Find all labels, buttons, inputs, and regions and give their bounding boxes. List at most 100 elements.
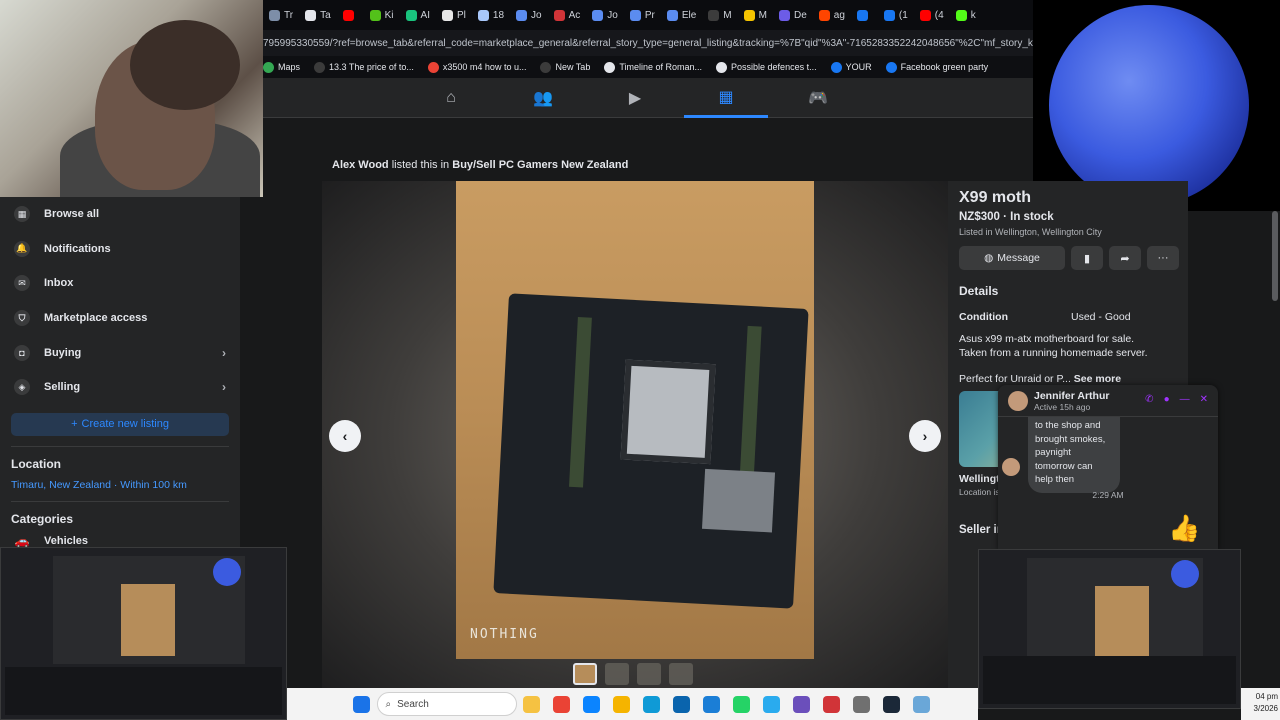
browser-tab[interactable] xyxy=(337,0,364,30)
bookmark-label: Maps xyxy=(278,62,301,72)
chrome-icon[interactable] xyxy=(553,695,570,713)
share-button[interactable]: ➦ xyxy=(1109,246,1141,270)
sidebar-item-selling[interactable]: ◈ Selling › xyxy=(0,370,240,405)
browser-tab[interactable]: AI xyxy=(400,0,436,30)
outlook-icon[interactable] xyxy=(673,695,690,713)
like-icon[interactable]: 👍 xyxy=(1168,513,1200,544)
sidebar-item-label: Buying xyxy=(44,346,82,359)
message-button[interactable]: ◍ Message xyxy=(959,246,1065,270)
browser-tab[interactable]: (1 xyxy=(878,0,914,30)
browser-tab[interactable]: Pl xyxy=(436,0,472,30)
save-button[interactable]: ▮ xyxy=(1071,246,1103,270)
location-title: Location xyxy=(11,456,61,471)
bookmark-item[interactable]: 13.3 The price of to... xyxy=(314,61,414,73)
browser-tab[interactable]: De xyxy=(773,0,813,30)
address-bar[interactable]: 795995330559/?ref=browse_tab&referral_co… xyxy=(263,30,1033,56)
sidebar-item-notifications[interactable]: 🔔 Notifications xyxy=(0,232,240,267)
location-filter-link[interactable]: Timaru, New Zealand · Within 100 km xyxy=(0,471,240,491)
browser-tab[interactable] xyxy=(851,0,878,30)
group-name-link[interactable]: Buy/Sell PC Gamers New Zealand xyxy=(452,159,628,171)
tab-label: 18 xyxy=(492,9,505,21)
steam-icon[interactable] xyxy=(883,695,900,713)
page-scrollbar[interactable] xyxy=(1272,211,1278,301)
browser-tab[interactable]: ag xyxy=(813,0,851,30)
minimize-icon[interactable]: — xyxy=(1180,394,1190,405)
taskbar-search[interactable]: ⌕ Search xyxy=(376,692,517,716)
browser-tab-strip: Tr Ta Ki AI Pl 18 Jo Ac Jo Pr Ele M M De ag (1 (4 k xyxy=(263,0,1033,30)
browser-tab[interactable]: Ac xyxy=(548,0,587,30)
home-icon[interactable]: ⌂ xyxy=(409,78,493,118)
photo-thumbnail[interactable] xyxy=(605,663,629,685)
seller-name-link[interactable]: Alex Wood xyxy=(332,159,389,171)
browser-tab[interactable]: 18 xyxy=(472,0,510,30)
categories-title: Categories xyxy=(11,511,74,526)
remote-desktop-icon[interactable] xyxy=(913,695,930,713)
browser-tab[interactable]: Jo xyxy=(586,0,624,30)
browser-tab[interactable]: Ki xyxy=(364,0,400,30)
chat-controls: ✆ ● — ✕ xyxy=(1145,394,1208,405)
close-icon[interactable]: ✕ xyxy=(1200,394,1208,405)
tab-favicon-icon xyxy=(856,9,868,21)
bookmark-favicon-icon xyxy=(716,61,728,73)
bookmark-item[interactable]: Facebook green party xyxy=(885,61,988,73)
watch-icon[interactable]: ▶ xyxy=(593,78,677,118)
more-options-button[interactable]: ··· xyxy=(1147,246,1179,270)
tab-label: Pr xyxy=(644,9,655,21)
obs-icon[interactable] xyxy=(793,695,810,713)
condition-key: Condition xyxy=(959,311,1008,323)
start-icon[interactable] xyxy=(353,695,370,713)
settings-icon[interactable] xyxy=(853,695,870,713)
browser-tab[interactable]: (4 xyxy=(914,0,950,30)
store-icon[interactable] xyxy=(703,695,720,713)
listing-description: Asus x99 m-atx motherboard for sale. Tak… xyxy=(959,333,1148,359)
gaming-icon[interactable]: 🎮 xyxy=(776,78,860,118)
chevron-right-icon: › xyxy=(222,380,226,395)
sidebar-item-inbox[interactable]: ✉ Inbox xyxy=(0,266,240,301)
browser-tab[interactable]: M xyxy=(702,0,737,30)
chat-header[interactable]: Jennifer Arthur Active 15h ago ✆ ● — ✕ xyxy=(998,385,1218,417)
browser-tab[interactable]: Pr xyxy=(624,0,661,30)
bookmark-item[interactable]: Possible defences t... xyxy=(716,61,817,73)
photo-thumbnail[interactable] xyxy=(573,663,597,685)
bookmark-item[interactable]: YOUR xyxy=(830,61,872,73)
marketplace-icon[interactable]: ▦ xyxy=(684,78,768,118)
friends-icon[interactable]: 👥 xyxy=(501,78,585,118)
listing-photo[interactable]: NOTHING xyxy=(456,181,814,659)
phone-icon[interactable]: ✆ xyxy=(1145,394,1153,405)
browser-tab[interactable]: Jo xyxy=(510,0,548,30)
folder-icon[interactable] xyxy=(613,695,630,713)
bookmark-item[interactable]: x3500 m4 how to u... xyxy=(427,61,527,73)
browser-tab[interactable]: Ele xyxy=(661,0,702,30)
window-preview-right[interactable] xyxy=(978,549,1241,709)
next-photo-button[interactable]: › xyxy=(909,420,941,452)
browser-tab[interactable]: Tr xyxy=(263,0,299,30)
bookmark-item[interactable]: Timeline of Roman... xyxy=(604,61,702,73)
browser-tab[interactable]: Ta xyxy=(299,0,337,30)
browser-tab[interactable]: k xyxy=(950,0,982,30)
browser-tab[interactable]: M xyxy=(738,0,773,30)
sidebar-item-marketplace-access[interactable]: ⛉ Marketplace access xyxy=(0,301,240,336)
create-listing-button[interactable]: + Create new listing xyxy=(11,412,229,436)
system-clock[interactable]: 04 pm 3/2026 xyxy=(1241,688,1280,720)
bookmark-item[interactable]: Maps xyxy=(263,61,301,73)
photo-thumbnail[interactable] xyxy=(637,663,661,685)
preview-photo xyxy=(1095,586,1149,658)
bookmark-label: x3500 m4 how to u... xyxy=(442,62,527,72)
window-preview-left[interactable] xyxy=(0,547,287,720)
category-label: Vehicles xyxy=(44,534,89,547)
photos-icon[interactable] xyxy=(583,695,600,713)
sidebar-item-buying[interactable]: ◘ Buying › xyxy=(0,335,240,370)
edge-icon[interactable] xyxy=(643,695,660,713)
tab-label: Ac xyxy=(568,9,581,21)
sidebar-item-browse-all[interactable]: ▦ Browse all xyxy=(0,197,240,232)
previous-photo-button[interactable]: ‹ xyxy=(329,420,361,452)
photo-thumbnail[interactable] xyxy=(669,663,693,685)
bookmark-favicon-icon xyxy=(540,61,552,73)
see-more-link[interactable]: See more xyxy=(1074,373,1121,385)
telegram-icon[interactable] xyxy=(763,695,780,713)
file-explorer-icon[interactable] xyxy=(523,695,540,713)
video-icon[interactable]: ● xyxy=(1164,394,1170,405)
whatsapp-icon[interactable] xyxy=(733,695,750,713)
bookmark-item[interactable]: New Tab xyxy=(540,61,590,73)
power-app-icon[interactable] xyxy=(823,695,840,713)
